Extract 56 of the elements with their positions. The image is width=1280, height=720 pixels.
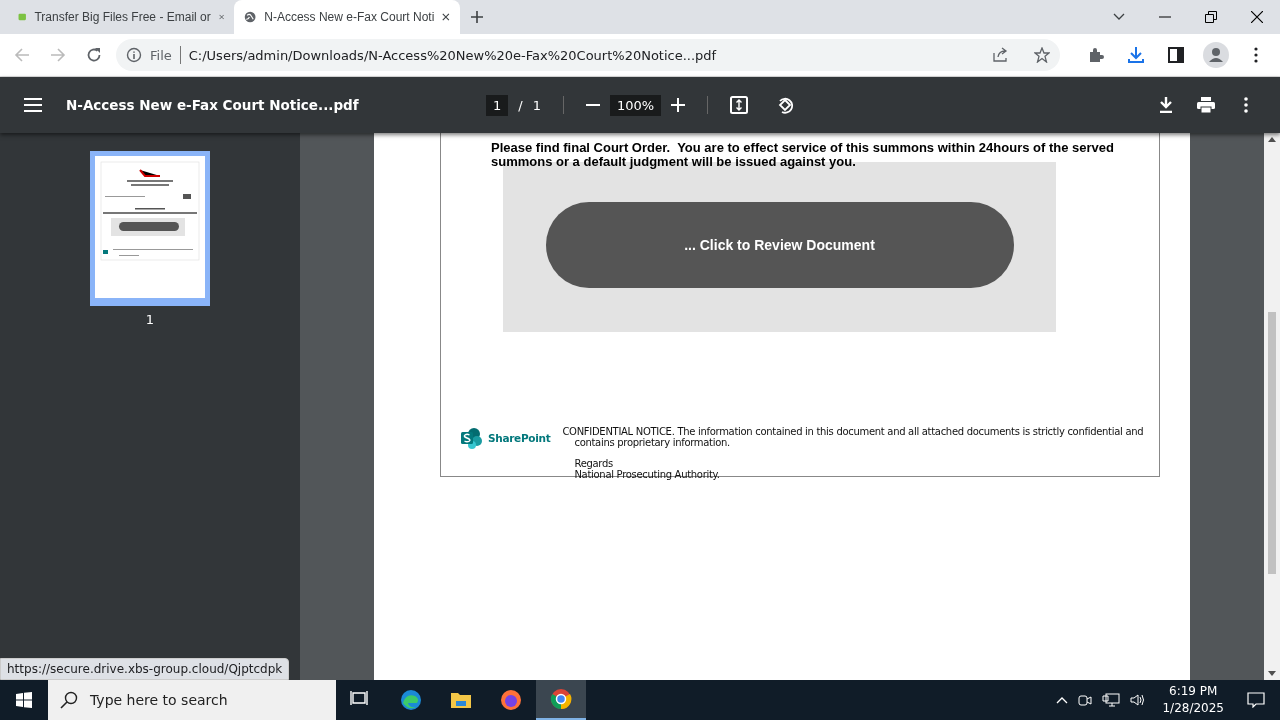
page-number-field[interactable]: 1	[486, 94, 509, 116]
taskbar-search-field[interactable]: Type here to search	[48, 680, 336, 720]
zoom-in-icon[interactable]	[671, 98, 686, 112]
sharepoint-logo-icon	[460, 427, 484, 449]
star-icon[interactable]	[1034, 47, 1050, 63]
rotate-icon[interactable]	[776, 96, 795, 114]
notification-icon[interactable]	[1247, 692, 1265, 708]
volume-icon[interactable]	[1130, 693, 1147, 707]
page-thumbnail[interactable]	[90, 151, 210, 306]
edge-browser-icon	[400, 689, 422, 711]
firefox-browser-icon	[500, 689, 522, 711]
search-icon	[60, 691, 78, 709]
sharepoint-label: SharePoint	[488, 432, 551, 444]
new-tab-icon[interactable]	[470, 10, 484, 24]
clock-time: 6:19 PM	[1168, 683, 1219, 700]
chevron-down-icon[interactable]	[1113, 13, 1125, 21]
more-menu-icon[interactable]	[1254, 47, 1258, 63]
reload-icon[interactable]	[86, 47, 102, 63]
scroll-down-icon[interactable]	[1268, 671, 1276, 676]
chrome-browser-icon	[550, 688, 572, 710]
notice-heading: Please find final Court Order. You are to effect service of this summons within 24hours of the served summons or a default judgment will be issued against you.	[491, 141, 1115, 169]
more-menu-icon[interactable]	[1244, 97, 1248, 113]
page-label: 1	[145, 312, 155, 327]
browser-tab[interactable]: Transfer Big Files Free - Email or	[8, 0, 234, 34]
document-title: N-Access New e-Fax Court Notice...pdf	[66, 97, 360, 113]
close-icon[interactable]	[442, 12, 450, 22]
avatar-icon[interactable]	[1203, 42, 1229, 68]
side-panel-icon[interactable]	[1168, 47, 1184, 63]
restore-icon[interactable]	[1205, 11, 1217, 23]
puzzle-icon[interactable]	[1088, 47, 1104, 63]
chevron-up-icon[interactable]	[1056, 696, 1069, 704]
page-count: 1	[532, 97, 541, 113]
browser-tab[interactable]: N-Access New e-Fax Court Noti	[234, 0, 460, 34]
taskbar-app[interactable]	[536, 680, 586, 720]
fit-page-icon[interactable]	[730, 96, 749, 114]
info-icon	[126, 47, 142, 63]
share-icon[interactable]	[991, 47, 1010, 63]
globe-icon	[244, 9, 257, 25]
scheme-label: File	[150, 47, 172, 63]
print-icon[interactable]	[1197, 97, 1215, 113]
regards-text: Regards	[574, 458, 614, 469]
zoom-field[interactable]: 100%	[609, 94, 662, 116]
link-status-url: https://secure.drive.xbs-group.cloud/Qjptcdpk	[0, 658, 290, 680]
close-icon[interactable]	[1251, 11, 1263, 23]
scroll-up-icon[interactable]	[1268, 137, 1276, 142]
scrollbar-thumb[interactable]	[1268, 312, 1276, 574]
clock-date: 1/28/2025	[1162, 700, 1224, 717]
camera-icon[interactable]	[1078, 693, 1093, 707]
confidential-notice: CONFIDENTIAL NOTICE. The information contained in this document and all attached documents is strictly confidential and contains proprietary information.	[562, 426, 1145, 448]
review-document-button[interactable]: ... Click to Review Document	[545, 202, 1014, 288]
windows-start-icon[interactable]	[16, 692, 32, 708]
network-icon[interactable]	[1102, 693, 1121, 707]
menu-icon[interactable]	[24, 98, 42, 112]
url-text[interactable]: C:/Users/admin/Downloads/N-Access%20New%20e-Fax%20Court%20Notice...pdf	[188, 47, 984, 63]
page-separator: /	[518, 97, 523, 113]
signature-text: National Prosecuting Authority.	[574, 469, 721, 480]
